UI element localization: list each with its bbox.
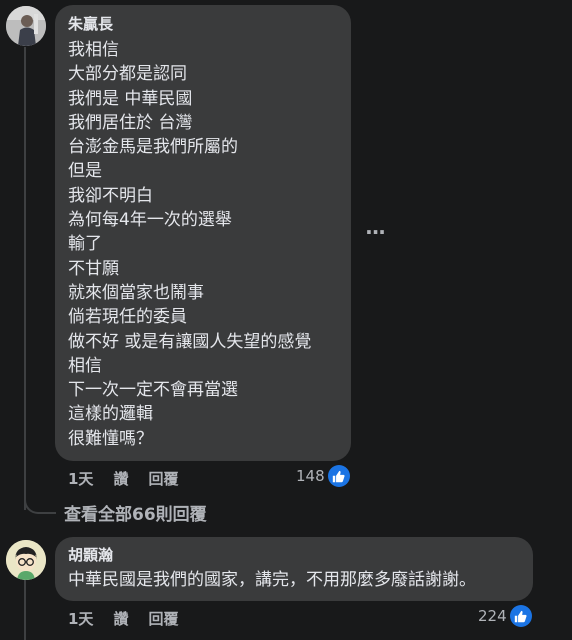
- comment-line: 就來個當家也鬧事: [68, 282, 204, 303]
- comment-author[interactable]: 胡顥瀚: [68, 545, 520, 565]
- thumbs-up-icon: [509, 605, 532, 627]
- comment-time[interactable]: 1天: [68, 608, 93, 629]
- comment-line: 我們居住於 台灣: [68, 112, 193, 133]
- view-all-replies-link[interactable]: 查看全部66則回覆: [64, 500, 207, 525]
- comment-line: 相信: [68, 355, 102, 376]
- reply-button[interactable]: 回覆: [148, 468, 178, 489]
- reaction-count: 148: [296, 467, 325, 485]
- comment-bubble: 胡顥瀚 中華民國是我們的國家，講完，不用那麼多廢話謝謝。: [55, 537, 533, 601]
- avatar[interactable]: [6, 6, 46, 46]
- more-options-icon[interactable]: ···: [360, 222, 390, 246]
- comment-line: 很難懂嗎？: [68, 428, 153, 449]
- reaction-count: 224: [478, 607, 507, 625]
- like-button[interactable]: 讚: [113, 468, 128, 489]
- avatar-photo: [6, 6, 46, 46]
- comment-line: 但是: [68, 161, 102, 182]
- comment-line: 為何每4年一次的選舉: [68, 210, 232, 231]
- comment-author[interactable]: 朱贏長: [68, 14, 338, 34]
- comment-line: 倘若現任的委員: [68, 307, 187, 328]
- comment-line: 輸了: [68, 234, 102, 255]
- comment-line: 做不好 或是有讓國人失望的感覺: [68, 331, 312, 352]
- comment-bubble: 朱贏長 我相信 大部分都是認同 我們是 中華民國 我們居住於 台灣 台澎金馬是我…: [55, 5, 351, 461]
- avatar[interactable]: [6, 540, 46, 580]
- thread-line: [24, 580, 26, 640]
- comment-line: 不甘願: [68, 258, 119, 279]
- comment-line: 我卻不明白: [68, 185, 153, 206]
- comment-body: 中華民國是我們的國家，講完，不用那麼多廢話謝謝。: [68, 570, 476, 590]
- reply-button[interactable]: 回覆: [148, 608, 178, 629]
- like-button[interactable]: 讚: [113, 608, 128, 629]
- comment-line: 我相信: [68, 40, 119, 60]
- comment-time[interactable]: 1天: [68, 468, 93, 489]
- comment-line: 這樣的邏輯: [68, 404, 153, 425]
- avatar-cartoon: [6, 540, 46, 580]
- comment-line: 台澎金馬是我們所屬的: [68, 137, 238, 158]
- comment-body: 我相信 大部分都是認同 我們是 中華民國 我們居住於 台灣 台澎金馬是我們所屬的…: [68, 38, 338, 451]
- reaction-summary[interactable]: 224: [478, 605, 532, 627]
- comment-line: 下一次一定不會再當選: [68, 380, 238, 401]
- thread-connector: [24, 494, 56, 514]
- comment-actions: 1天 讚 回覆: [68, 608, 178, 629]
- comment-actions: 1天 讚 回覆: [68, 468, 178, 489]
- comment-line: 大部分都是認同: [68, 64, 187, 85]
- comment-line: 我們是 中華民國: [68, 88, 193, 109]
- thumbs-up-icon: [327, 465, 350, 487]
- reaction-summary[interactable]: 148: [296, 465, 350, 487]
- thread-line: [24, 47, 26, 510]
